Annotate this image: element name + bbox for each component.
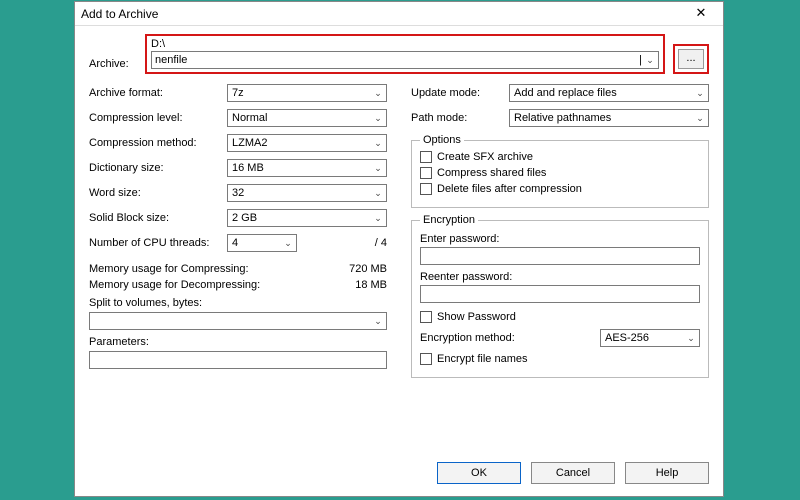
checkbox-icon [420,311,432,323]
mem-compress-value: 720 MB [327,263,387,275]
delete-after-checkbox[interactable]: Delete files after compression [420,183,700,195]
chevron-down-icon: ⌄ [370,213,386,224]
cancel-button[interactable]: Cancel [531,462,615,484]
checkbox-icon [420,167,432,179]
browse-highlight: ... [673,44,709,74]
solid-block-size-label: Solid Block size: [89,212,219,224]
sfx-checkbox[interactable]: Create SFX archive [420,151,700,163]
solid-block-size-select[interactable]: 2 GB ⌄ [227,209,387,227]
browse-button[interactable]: ... [678,49,704,69]
compress-shared-checkbox[interactable]: Compress shared files [420,167,700,179]
encryption-group: Encryption Enter password: Reenter passw… [411,214,709,378]
reenter-password-label: Reenter password: [420,271,700,283]
checkbox-icon [420,183,432,195]
split-volumes-label: Split to volumes, bytes: [89,297,387,309]
checkbox-icon [420,353,432,365]
archive-name-combo[interactable]: | ⌄ [151,51,659,69]
cpu-threads-total: / 4 [375,237,387,249]
parameters-input[interactable] [89,351,387,369]
options-group: Options Create SFX archive Compress shar… [411,134,709,208]
compression-level-label: Compression level: [89,112,219,124]
path-mode-select[interactable]: Relative pathnames ⌄ [509,109,709,127]
chevron-down-icon: ⌄ [370,163,386,174]
chevron-down-icon: ⌄ [692,113,708,124]
compression-method-select[interactable]: LZMA2 ⌄ [227,134,387,152]
dialog-body: Archive: D:\ | ⌄ ... Archive format: 7z [75,26,723,452]
show-password-checkbox[interactable]: Show Password [420,311,700,323]
mem-compress-label: Memory usage for Compressing: [89,263,327,275]
word-size-label: Word size: [89,187,219,199]
options-legend: Options [420,134,464,146]
chevron-down-icon: ⌄ [370,316,386,327]
chevron-down-icon: ⌄ [370,188,386,199]
update-mode-select[interactable]: Add and replace files ⌄ [509,84,709,102]
help-button[interactable]: Help [625,462,709,484]
right-column: Update mode: Add and replace files ⌄ Pat… [411,84,709,384]
close-button[interactable]: ✕ [685,4,717,24]
dictionary-size-select[interactable]: 16 MB ⌄ [227,159,387,177]
archive-format-select[interactable]: 7z ⌄ [227,84,387,102]
chevron-down-icon: ⌄ [370,138,386,149]
encrypt-file-names-checkbox[interactable]: Encrypt file names [420,353,700,365]
add-to-archive-dialog: Add to Archive ✕ Archive: D:\ | ⌄ ... A [74,1,724,497]
update-mode-label: Update mode: [411,87,501,99]
mem-decompress-value: 18 MB [327,279,387,291]
reenter-password-input[interactable] [420,285,700,303]
encrypt-file-names-label: Encrypt file names [437,353,527,365]
chevron-down-icon: ⌄ [370,88,386,99]
archive-highlight: D:\ | ⌄ [145,34,665,74]
show-password-label: Show Password [437,311,516,323]
ok-button[interactable]: OK [437,462,521,484]
dictionary-size-label: Dictionary size: [89,162,219,174]
chevron-down-icon: ⌄ [692,88,708,99]
parameters-label: Parameters: [89,336,387,348]
encryption-method-label: Encryption method: [420,332,592,344]
mem-decompress-label: Memory usage for Decompressing: [89,279,327,291]
chevron-down-icon: ⌄ [370,113,386,124]
archive-name-input[interactable] [152,52,639,68]
archive-label: Archive: [89,58,137,74]
checkbox-icon [420,151,432,163]
enter-password-label: Enter password: [420,233,700,245]
window-title: Add to Archive [81,7,685,21]
word-size-select[interactable]: 32 ⌄ [227,184,387,202]
encryption-method-select[interactable]: AES-256 ⌄ [600,329,700,347]
titlebar: Add to Archive ✕ [75,2,723,26]
sfx-label: Create SFX archive [437,151,533,163]
cpu-threads-label: Number of CPU threads: [89,237,219,249]
compression-level-select[interactable]: Normal ⌄ [227,109,387,127]
compression-method-label: Compression method: [89,137,219,149]
chevron-down-icon: ⌄ [280,238,296,249]
chevron-down-icon[interactable]: ⌄ [642,55,658,66]
encryption-legend: Encryption [420,214,478,226]
cpu-threads-select[interactable]: 4 ⌄ [227,234,297,252]
delete-after-label: Delete files after compression [437,183,582,195]
archive-format-label: Archive format: [89,87,219,99]
dialog-buttons: OK Cancel Help [75,452,723,496]
chevron-down-icon: ⌄ [683,333,699,344]
archive-path: D:\ [151,38,659,50]
split-volumes-select[interactable]: ⌄ [89,312,387,330]
path-mode-label: Path mode: [411,112,501,124]
left-column: Archive format: 7z ⌄ Compression level: … [89,84,387,384]
compress-shared-label: Compress shared files [437,167,546,179]
enter-password-input[interactable] [420,247,700,265]
archive-row: Archive: D:\ | ⌄ ... [89,34,709,74]
